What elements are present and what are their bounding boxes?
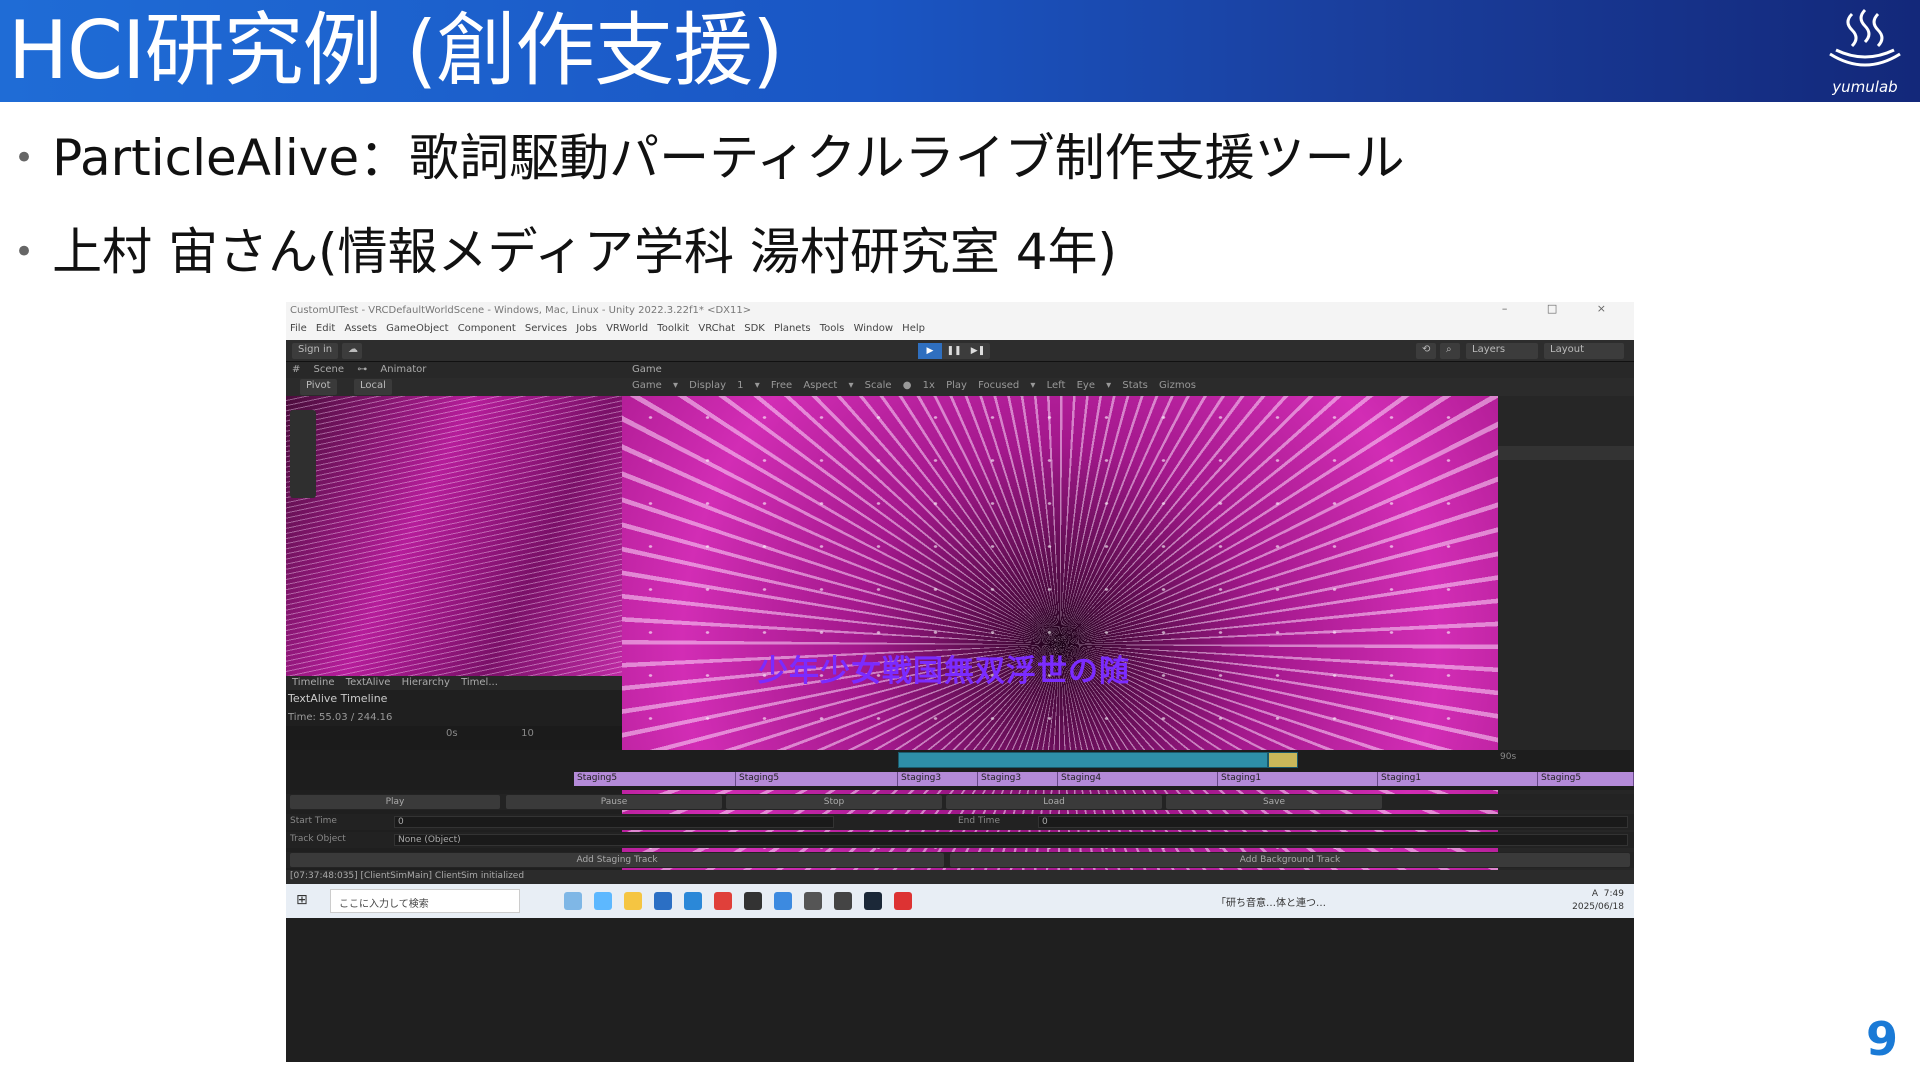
timeline-tracks: 90s Staging5 Staging5 Staging3 Staging3 … — [286, 750, 1634, 790]
staging-clip[interactable]: Staging1 — [1218, 772, 1378, 786]
unity-editor-screenshot: CustomUITest - VRCDefaultWorldScene - Wi… — [286, 302, 1634, 1062]
ime-indicator: A — [1591, 889, 1599, 899]
bullet-2-text: 上村 宙さん(情報メディア学科 湯村研究室 4年) — [52, 223, 1118, 281]
scene-toolbar: Pivot Local — [286, 378, 626, 396]
store-icon[interactable] — [654, 892, 672, 910]
lyric-clip-track[interactable] — [898, 752, 1268, 768]
timeline-ruler[interactable]: 0s 10 — [286, 726, 622, 750]
play-controls: ▶ ❚❚ ▶❚ — [918, 343, 990, 359]
step-icon[interactable]: ▶❚ — [966, 343, 990, 359]
layers-dropdown[interactable]: Layers — [1466, 343, 1538, 359]
start-time-label: Start Time — [290, 816, 337, 826]
lyric-overlay: 少年少女戦国無双浮世の随 — [758, 654, 1130, 689]
game-tab[interactable]: Game — [626, 362, 1634, 378]
bullet-2: • 上村 宙さん(情報メディア学科 湯村研究室 4年) — [14, 222, 1117, 288]
play-button[interactable]: Play — [290, 795, 500, 809]
windows-start-icon[interactable]: ⊞ — [296, 892, 312, 908]
save-button[interactable]: Save — [1166, 795, 1382, 809]
page-number: 9 — [1865, 1012, 1898, 1066]
timeline-tabs[interactable]: Timeline TextAlive Hierarchy Timel... — [286, 676, 622, 690]
layout-dropdown[interactable]: Layout — [1544, 343, 1624, 359]
window-controls[interactable]: – □ × — [1502, 302, 1624, 315]
staging-clip[interactable]: Staging5 — [574, 772, 736, 786]
scene-view[interactable] — [286, 396, 626, 676]
chrome-icon[interactable] — [714, 892, 732, 910]
game-tab-label: Game — [632, 364, 662, 375]
particle-rays — [286, 396, 626, 676]
clock-date: 2025/06/18 — [1572, 902, 1624, 912]
inspector-row — [1498, 446, 1634, 460]
track-object-input[interactable]: None (Object) — [394, 834, 1628, 846]
slide-title: HCI研究例 (創作支援) — [8, 4, 783, 97]
scene-tool-palette[interactable] — [290, 410, 316, 498]
edge-icon[interactable] — [594, 892, 612, 910]
staging-clip[interactable]: Staging1 — [1378, 772, 1538, 786]
terminal-icon[interactable] — [744, 892, 762, 910]
pause-icon[interactable]: ❚❚ — [942, 343, 966, 359]
running-app-label[interactable]: 「研ち音意…体と連つ… — [1216, 894, 1326, 909]
staging-clip[interactable]: Staging5 — [736, 772, 898, 786]
ruler-tick: 0s — [446, 728, 458, 739]
search-placeholder: ここに入力して検索 — [339, 899, 429, 910]
ruler-tick: 10 — [521, 728, 534, 739]
ruler-end: 90s — [1500, 752, 1517, 762]
taskbar-search-input[interactable]: ここに入力して検索 — [330, 889, 520, 913]
clock-time: 7:49 — [1603, 889, 1624, 899]
slide-header: HCI研究例 (創作支援) yumulab — [0, 0, 1920, 102]
steam-icon[interactable] — [864, 892, 882, 910]
bullet-marker: • — [14, 138, 35, 178]
time-fields: Start Time 0 End Time 0 — [286, 814, 1634, 830]
add-staging-track-button[interactable]: Add Staging Track — [290, 853, 944, 867]
bullet-1: • ParticleAlive：歌詞駆動パーティクルライブ制作支援ツール — [14, 128, 1405, 194]
unity-toolbar: Sign in ☁ ▶ ❚❚ ▶❚ ⟲ ⌕ Layers Layout — [286, 340, 1634, 362]
end-time-label: End Time — [958, 816, 1000, 826]
load-button[interactable]: Load — [946, 795, 1162, 809]
app-icon[interactable] — [894, 892, 912, 910]
explorer-icon[interactable] — [624, 892, 642, 910]
lyric-clip-track[interactable] — [1268, 752, 1298, 768]
start-time-input[interactable]: 0 — [394, 816, 834, 828]
unity-menu-bar[interactable]: File Edit Assets GameObject Component Se… — [286, 320, 1634, 340]
game-controls[interactable]: Game ▾ Display 1 ▾ Free Aspect ▾ Scale ●… — [626, 378, 1634, 396]
staging-clip[interactable]: Staging3 — [978, 772, 1058, 786]
github-icon[interactable] — [804, 892, 822, 910]
console-status: [07:37:48:035] [ClientSimMain] ClientSim… — [286, 870, 1634, 884]
track-object-label: Track Object — [290, 834, 346, 844]
history-icon[interactable]: ⟲ — [1416, 343, 1436, 359]
yumulab-logo: yumulab — [1822, 6, 1908, 98]
play-icon[interactable]: ▶ — [918, 343, 942, 359]
mail-icon[interactable] — [684, 892, 702, 910]
end-time-input[interactable]: 0 — [1038, 816, 1628, 828]
system-tray[interactable]: A 7:49 2025/06/18 — [1572, 888, 1624, 914]
logo-text: yumulab — [1832, 78, 1898, 96]
staging-clip[interactable]: Staging3 — [898, 772, 978, 786]
search-icon[interactable]: ⌕ — [1440, 343, 1460, 359]
pivot-dropdown[interactable]: Pivot — [300, 379, 337, 395]
local-dropdown[interactable]: Local — [354, 379, 392, 395]
task-view-icon[interactable] — [564, 892, 582, 910]
scene-tabs[interactable]: # Scene ⊶ Animator — [286, 362, 626, 378]
add-background-track-button[interactable]: Add Background Track — [950, 853, 1630, 867]
stop-button[interactable]: Stop — [726, 795, 942, 809]
unity-window-title: CustomUITest - VRCDefaultWorldScene - Wi… — [286, 302, 1634, 320]
staging-clip[interactable]: Staging5 — [1538, 772, 1634, 786]
staging-clip[interactable]: Staging4 — [1058, 772, 1218, 786]
windows-taskbar: ⊞ ここに入力して検索 「研ち音意…体と連つ… A 7:49 2025/06/18 — [286, 884, 1634, 918]
cloud-icon[interactable]: ☁ — [342, 343, 362, 359]
timeline-time: Time: 55.03 / 244.16 — [288, 712, 393, 723]
bullet-marker: • — [14, 232, 35, 272]
bullet-1-text: ParticleAlive：歌詞駆動パーティクルライブ制作支援ツール — [52, 129, 1405, 187]
vscode-icon[interactable] — [774, 892, 792, 910]
timeline-title: TextAlive Timeline — [288, 692, 388, 705]
unity-icon[interactable] — [834, 892, 852, 910]
timeline-buttons: Play Pause Stop Load Save — [286, 794, 1634, 810]
add-track-buttons: Add Staging Track Add Background Track — [286, 852, 1634, 868]
hot-spring-icon — [1829, 8, 1901, 67]
track-object-field: Track Object None (Object) — [286, 832, 1634, 848]
pause-button[interactable]: Pause — [506, 795, 722, 809]
sign-in-button[interactable]: Sign in — [292, 343, 339, 359]
